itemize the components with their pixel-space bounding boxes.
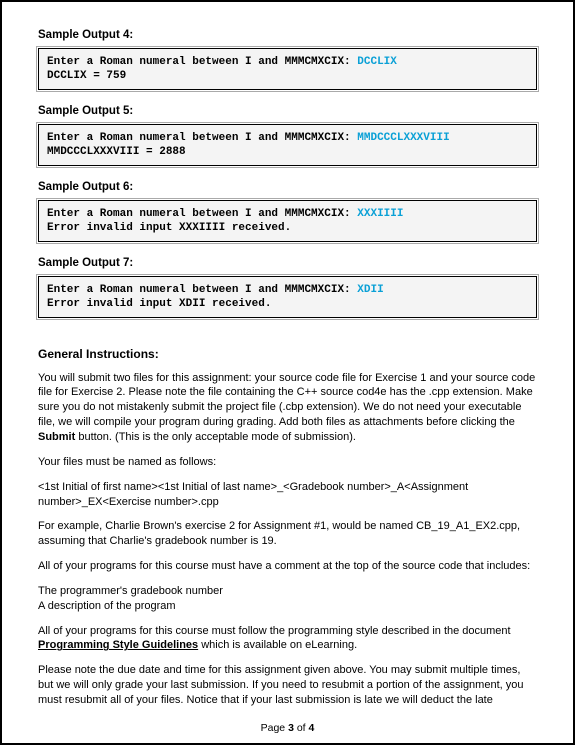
sample-output-5-input: MMDCCCLXXXVIII [357,132,449,144]
instructions-para-8: Please note the due date and time for th… [38,663,537,708]
instructions-para-5: All of your programs for this course mus… [38,559,537,574]
instructions-para-3: <1st Initial of first name><1st Initial … [38,480,537,510]
sample-output-6-heading: Sample Output 6: [38,180,537,196]
sample-output-6-box: Enter a Roman numeral between I and MMMC… [38,200,537,243]
footer-page-total: 4 [309,722,315,734]
sample-output-5-heading: Sample Output 5: [38,104,537,120]
instructions-para-1: You will submit two files for this assig… [38,371,537,445]
sample-output-4-prompt: Enter a Roman numeral between I and MMMC… [47,56,357,68]
sample-output-4-result: DCCLIX = 759 [47,70,126,82]
sample-output-7-prompt: Enter a Roman numeral between I and MMMC… [47,284,357,296]
footer-a: Page [261,722,288,734]
sample-output-6-prompt: Enter a Roman numeral between I and MMMC… [47,208,357,220]
instructions-p7a: All of your programs for this course mus… [38,625,511,637]
sample-output-5-prompt: Enter a Roman numeral between I and MMMC… [47,132,357,144]
sample-output-7-heading: Sample Output 7: [38,256,537,272]
instructions-p6b: A description of the program [38,600,176,612]
instructions-para-2: Your files must be named as follows: [38,455,537,470]
instructions-para-4: For example, Charlie Brown's exercise 2 … [38,519,537,549]
instructions-p6a: The programmer's gradebook number [38,585,223,597]
sample-output-7-input: XDII [357,284,383,296]
sample-output-7-result: Error invalid input XDII received. [47,298,271,310]
instructions-para-6: The programmer's gradebook number A descr… [38,584,537,614]
general-instructions-heading: General Instructions: [38,346,537,362]
sample-output-4-input: DCCLIX [357,56,397,68]
sample-output-6-input: XXXIIII [357,208,403,220]
footer-c: of [294,722,309,734]
sample-output-6-result: Error invalid input XXXIIII received. [47,222,291,234]
sample-output-5-box: Enter a Roman numeral between I and MMMC… [38,124,537,167]
sample-output-7-box: Enter a Roman numeral between I and MMMC… [38,276,537,319]
instructions-p7b: which is available on eLearning. [198,639,357,651]
instructions-p1a: You will submit two files for this assig… [38,372,535,429]
instructions-para-7: All of your programs for this course mus… [38,624,537,654]
document-page: Sample Output 4: Enter a Roman numeral b… [0,0,575,745]
sample-output-5-result: MMDCCCLXXXVIII = 2888 [47,146,186,158]
sample-output-4-heading: Sample Output 4: [38,28,537,44]
style-guidelines-link[interactable]: Programming Style Guidelines [38,639,198,651]
submit-word: Submit [38,431,75,443]
sample-output-4-box: Enter a Roman numeral between I and MMMC… [38,48,537,91]
page-footer: Page 3 of 4 [2,721,573,735]
instructions-p1b: button. (This is the only acceptable mod… [75,431,356,443]
